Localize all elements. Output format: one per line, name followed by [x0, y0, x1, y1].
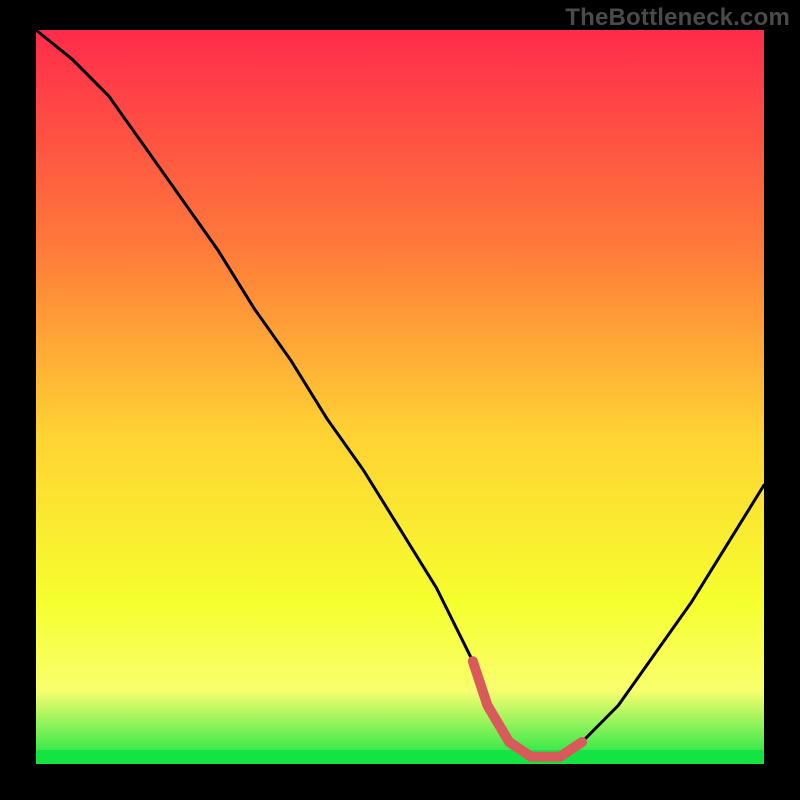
bottleneck-chart — [0, 0, 800, 800]
attribution-text: TheBottleneck.com — [565, 4, 790, 32]
chart-frame: TheBottleneck.com — [0, 0, 800, 800]
green-band — [36, 750, 764, 764]
